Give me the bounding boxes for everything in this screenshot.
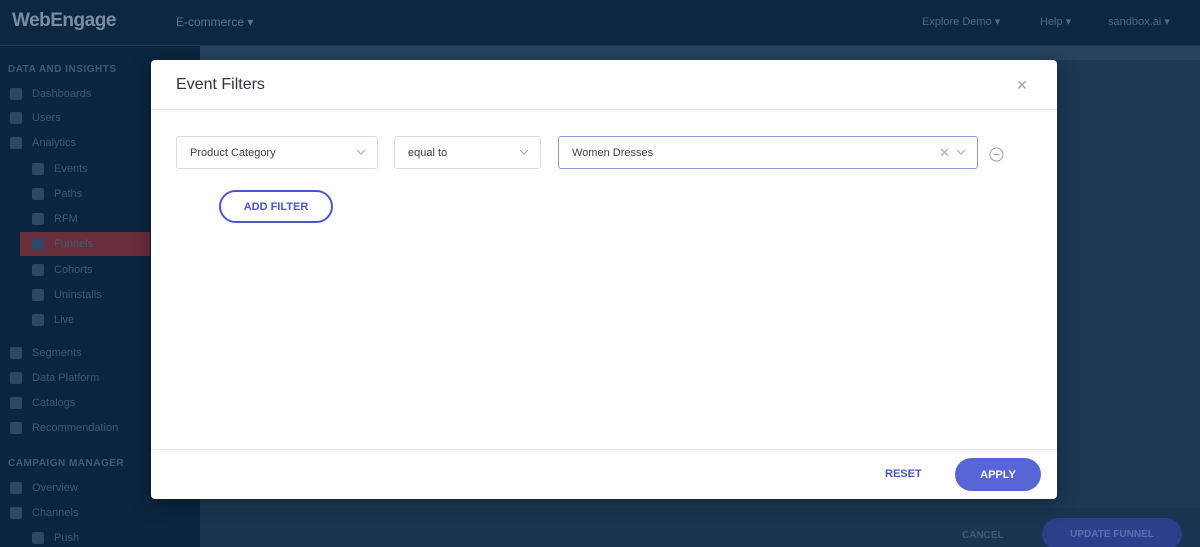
segments-icon xyxy=(10,347,22,359)
overview-icon xyxy=(10,482,22,494)
event-filters-modal: Event Filters ✕ Product Category equal t… xyxy=(151,60,1057,499)
sidebar-item-label: Paths xyxy=(54,188,83,200)
top-bar: WebEngage E-commerce ▾ Explore Demo ▾ He… xyxy=(0,0,1200,46)
channels-icon xyxy=(10,507,22,519)
modal-title: Event Filters xyxy=(176,76,265,93)
push-icon xyxy=(32,532,44,544)
clear-icon[interactable]: ✕ xyxy=(939,146,950,159)
close-icon[interactable]: ✕ xyxy=(1015,78,1029,92)
sidebar-item-label: Cohorts xyxy=(54,264,93,276)
users-icon xyxy=(10,112,22,124)
filter-attribute-value: Product Category xyxy=(190,146,276,159)
sidebar-item-catalogs[interactable]: Catalogs xyxy=(10,397,75,409)
filter-attribute-select[interactable]: Product Category xyxy=(176,136,378,169)
sidebar-item-label: Segments xyxy=(32,347,82,359)
sidebar-item-label: Recommendation xyxy=(32,422,119,434)
add-filter-button[interactable]: ADD FILTER xyxy=(219,190,333,223)
sidebar-item-label: Overview xyxy=(32,482,78,494)
apply-button[interactable]: APPLY xyxy=(955,458,1041,491)
uninstalls-icon xyxy=(32,289,44,301)
sidebar-item-overview[interactable]: Overview xyxy=(10,482,78,494)
filter-value-text: Women Dresses xyxy=(572,146,654,159)
remove-filter-icon[interactable] xyxy=(989,147,1004,162)
sidebar-item-recommendation[interactable]: Recommendation xyxy=(10,422,118,434)
sidebar-section-campaign-manager: CAMPAIGN MANAGER xyxy=(8,458,125,469)
reset-button[interactable]: RESET xyxy=(885,468,922,480)
sidebar-item-data-platform[interactable]: Data Platform xyxy=(10,372,99,384)
chevron-down-icon xyxy=(519,149,529,155)
live-icon xyxy=(32,314,44,326)
filter-operator-select[interactable]: equal to xyxy=(394,136,541,169)
sidebar-item-label: Funnels xyxy=(54,238,94,250)
analytics-icon xyxy=(10,137,22,149)
cohorts-icon xyxy=(32,264,44,276)
events-icon xyxy=(32,163,44,175)
explore-demo-menu[interactable]: Explore Demo ▾ xyxy=(922,15,1000,28)
funnel-icon xyxy=(32,238,44,250)
sidebar-item-label: Live xyxy=(54,314,75,326)
sidebar-item-label: Push xyxy=(54,532,80,544)
help-menu[interactable]: Help ▾ xyxy=(1040,15,1071,28)
account-menu[interactable]: sandbox.ai ▾ xyxy=(1108,15,1170,28)
sidebar-item-dashboards[interactable]: Dashboards xyxy=(10,88,91,100)
project-selector[interactable]: E-commerce ▾ xyxy=(176,15,253,29)
sidebar-item-channels[interactable]: Channels xyxy=(10,507,78,519)
sidebar-item-label: Catalogs xyxy=(32,397,76,409)
background-cancel-button[interactable]: CANCEL xyxy=(962,530,1004,541)
sidebar-item-label: Analytics xyxy=(32,137,77,149)
update-funnel-button[interactable]: UPDATE FUNNEL xyxy=(1042,518,1182,547)
sidebar-section-data-insights: DATA AND INSIGHTS xyxy=(8,64,117,75)
sidebar-item-label: Channels xyxy=(32,507,79,519)
sidebar-item-push[interactable]: Push xyxy=(32,532,79,544)
sidebar-item-funnels[interactable]: Funnels xyxy=(20,232,150,256)
main-header-strip xyxy=(200,46,1200,60)
recommendation-icon xyxy=(10,422,22,434)
sidebar-item-paths[interactable]: Paths xyxy=(32,188,82,200)
data-platform-icon xyxy=(10,372,22,384)
sidebar-item-rfm[interactable]: RFM xyxy=(32,213,78,225)
dashboard-icon xyxy=(10,88,22,100)
sidebar-item-label: Users xyxy=(32,112,61,124)
sidebar-item-label: Data Platform xyxy=(32,372,100,384)
modal-header: Event Filters ✕ xyxy=(151,60,1057,110)
filter-value-select[interactable]: Women Dresses ✕ xyxy=(558,136,978,169)
rfm-icon xyxy=(32,213,44,225)
sidebar-item-label: Dashboards xyxy=(32,88,92,100)
sidebar-item-events[interactable]: Events xyxy=(32,163,88,175)
sidebar-item-label: Uninstalls xyxy=(54,289,102,301)
sidebar-item-uninstalls[interactable]: Uninstalls xyxy=(32,289,102,301)
sidebar-item-cohorts[interactable]: Cohorts xyxy=(32,264,93,276)
sidebar-item-live[interactable]: Live xyxy=(32,314,74,326)
sidebar-item-segments[interactable]: Segments xyxy=(10,347,82,359)
filter-operator-value: equal to xyxy=(408,146,448,159)
paths-icon xyxy=(32,188,44,200)
sidebar-item-users[interactable]: Users xyxy=(10,112,61,124)
catalogs-icon xyxy=(10,397,22,409)
chevron-down-icon xyxy=(356,149,366,155)
sidebar-item-analytics[interactable]: Analytics xyxy=(10,137,76,149)
logo: WebEngage xyxy=(12,10,116,31)
sidebar-item-label: Events xyxy=(54,163,88,175)
sidebar-item-label: RFM xyxy=(54,213,78,225)
chevron-down-icon xyxy=(956,149,966,155)
